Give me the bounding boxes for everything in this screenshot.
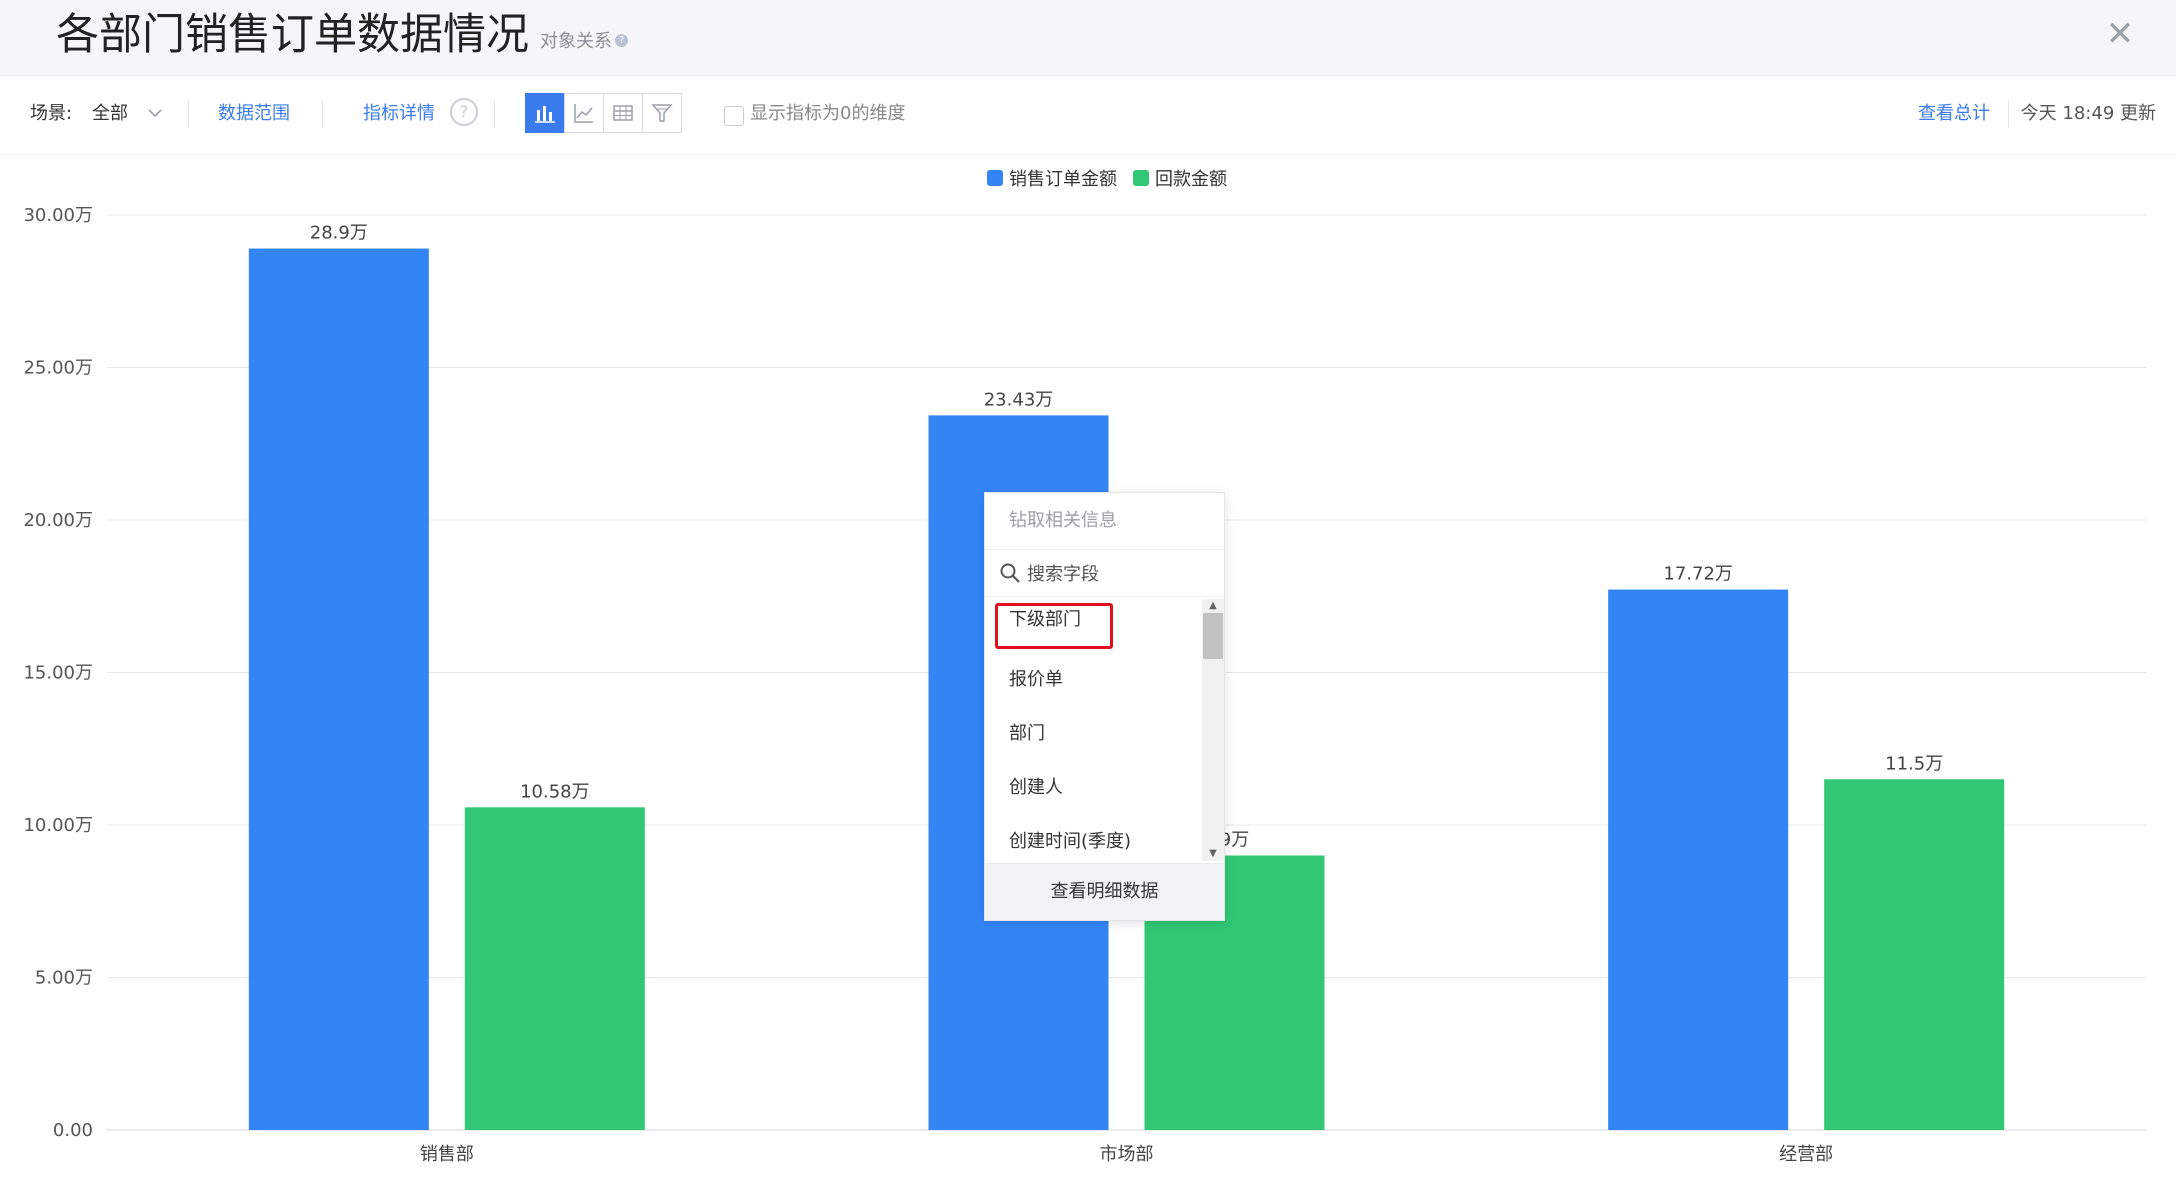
funnel-icon [651, 104, 673, 122]
popup-scrollbar[interactable]: ▲ ▼ [1202, 599, 1224, 861]
object-relation-link[interactable]: 对象关系 ? [540, 27, 628, 53]
popup-item-quote[interactable]: 报价单 [985, 653, 1224, 707]
search-placeholder: 搜索字段 [1027, 564, 1099, 585]
x-tick-label: 市场部 [1100, 1144, 1154, 1165]
update-time: 今天 18:49 更新 [2020, 103, 2156, 124]
line-chart-icon [574, 104, 593, 123]
show-zero-label: 显示指标为0的维度 [750, 103, 906, 124]
scroll-up-icon[interactable]: ▲ [1202, 599, 1224, 613]
divider [494, 100, 495, 128]
y-tick-label: 10.00万 [23, 815, 93, 836]
chevron-down-icon[interactable] [146, 104, 164, 122]
bar-chart-icon [535, 106, 555, 123]
search-icon [1000, 563, 1020, 583]
scene-select[interactable]: 全部 [92, 102, 128, 126]
scroll-down-icon[interactable]: ▼ [1202, 847, 1224, 861]
popup-item-created-quarter[interactable]: 创建时间(季度) [985, 815, 1224, 861]
table-button[interactable] [603, 93, 643, 133]
scene-label: 场景: [30, 103, 73, 124]
bar[interactable] [1824, 779, 2005, 1130]
bar-chart-button[interactable] [525, 93, 565, 133]
bar[interactable] [464, 807, 645, 1130]
object-relation-label: 对象关系 [540, 31, 612, 52]
data-label: 17.72万 [1663, 564, 1733, 585]
table-icon [613, 105, 633, 121]
y-tick-label: 5.00万 [35, 968, 93, 989]
funnel-button[interactable] [642, 93, 682, 133]
data-label: 28.9万 [310, 223, 368, 244]
y-tick-label: 25.00万 [23, 358, 93, 379]
y-tick-label: 30.00万 [23, 205, 93, 226]
popup-item-creator[interactable]: 创建人 [985, 761, 1224, 815]
popup-search-input[interactable]: 搜索字段 [985, 550, 1224, 597]
show-zero-checkbox[interactable] [724, 106, 744, 126]
help-icon[interactable]: ? [450, 98, 478, 126]
data-label: 23.43万 [984, 389, 1054, 410]
divider [2008, 100, 2009, 128]
bar[interactable] [248, 248, 429, 1131]
page-header: 各部门销售订单数据情况 对象关系 ? ✕ [0, 0, 2176, 76]
view-detail-button[interactable]: 查看明细数据 [985, 863, 1224, 920]
popup-item-department[interactable]: 部门 [985, 707, 1224, 761]
scroll-thumb[interactable] [1203, 613, 1223, 659]
x-tick-label: 经营部 [1779, 1144, 1833, 1165]
bar[interactable] [1608, 589, 1789, 1130]
toolbar: 场景: 全部 数据范围 指标详情 ? 显示指标为0的维度 查看总计 今天 18:… [0, 76, 2176, 155]
data-label: 10.58万 [520, 781, 590, 802]
close-icon[interactable]: ✕ [2100, 14, 2140, 54]
page-title: 各部门销售订单数据情况 [56, 10, 529, 60]
y-tick-label: 20.00万 [23, 510, 93, 531]
x-tick-label: 销售部 [420, 1144, 474, 1165]
info-icon: ? [615, 33, 628, 47]
metric-detail-link[interactable]: 指标详情 [363, 102, 435, 126]
highlight-box [995, 603, 1113, 649]
line-chart-button[interactable] [564, 93, 604, 133]
y-tick-label: 15.00万 [23, 663, 93, 684]
popup-item-sub-department[interactable]: 下级部门 [985, 599, 1224, 653]
popup-title: 钻取相关信息 [985, 493, 1224, 550]
divider [322, 100, 323, 128]
divider [188, 100, 189, 128]
data-range-link[interactable]: 数据范围 [218, 102, 290, 126]
drilldown-popup: 钻取相关信息 搜索字段 下级部门 报价单 部门 创建人 创建时间(季度) ▲ ▼… [984, 492, 1225, 921]
y-tick-label: 0.00 [53, 1120, 93, 1141]
view-total-link[interactable]: 查看总计 [1918, 102, 1990, 126]
data-label: 11.5万 [1885, 753, 1943, 774]
popup-field-list: 下级部门 报价单 部门 创建人 创建时间(季度) [985, 599, 1224, 861]
